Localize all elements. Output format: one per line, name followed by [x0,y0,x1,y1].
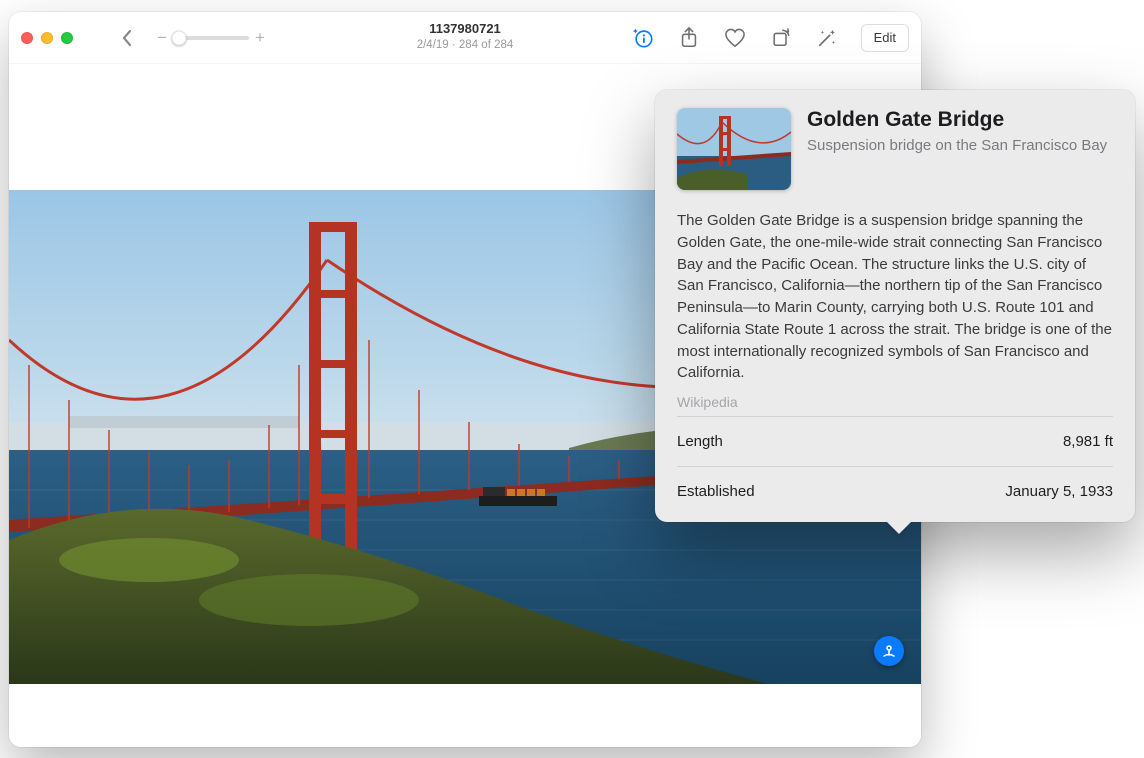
info-value: January 5, 1933 [1005,483,1113,500]
edit-button[interactable]: Edit [861,24,909,52]
popover-title: Golden Gate Bridge [807,108,1107,132]
zoom-slider[interactable] [173,36,249,40]
rotate-icon [771,28,791,48]
rotate-button[interactable] [769,26,793,50]
window-subtitle: 2/4/19 · 284 of 284 [417,39,514,52]
info-row-established: Established January 5, 1933 [677,466,1113,516]
popover-description: The Golden Gate Bridge is a suspension b… [677,210,1113,384]
titlebar: − + 1137980721 2/4/19 · 284 of 284 [9,12,921,64]
info-label: Length [677,433,723,450]
zoom-out-button[interactable]: − [157,28,167,48]
auto-enhance-button[interactable] [815,26,839,50]
info-row-length: Length 8,981 ft [677,416,1113,466]
popover-subtitle: Suspension bridge on the San Francisco B… [807,136,1107,156]
edit-button-label: Edit [874,30,896,45]
popover-title-block: Golden Gate Bridge Suspension bridge on … [807,108,1107,156]
info-sparkle-icon [632,27,654,49]
zoom-slider-group: − + [157,28,265,48]
share-button[interactable] [677,26,701,50]
info-label: Established [677,483,755,500]
magic-wand-icon [816,27,838,49]
close-window-button[interactable] [21,32,33,44]
landmark-icon [881,643,897,659]
popover-thumbnail [677,108,791,190]
minimize-window-button[interactable] [41,32,53,44]
window-controls [21,32,73,44]
zoom-in-button[interactable]: + [255,28,265,48]
share-icon [679,27,699,49]
popover-source[interactable]: Wikipedia [677,394,1113,410]
bridge-thumb-illustration [677,108,791,190]
popover-header: Golden Gate Bridge Suspension bridge on … [677,108,1113,190]
toolbar-right: Edit [631,24,909,52]
info-button[interactable] [631,26,655,50]
window-title: 1137980721 [417,22,514,37]
info-value: 8,981 ft [1063,433,1113,450]
fullscreen-window-button[interactable] [61,32,73,44]
back-button[interactable] [113,24,141,52]
chevron-left-icon [120,29,134,47]
visual-lookup-button[interactable] [874,636,904,666]
favorite-button[interactable] [723,26,747,50]
heart-icon [724,28,746,48]
zoom-slider-thumb[interactable] [171,30,186,45]
title-block: 1137980721 2/4/19 · 284 of 284 [417,22,514,52]
visual-lookup-popover: Golden Gate Bridge Suspension bridge on … [655,90,1135,522]
